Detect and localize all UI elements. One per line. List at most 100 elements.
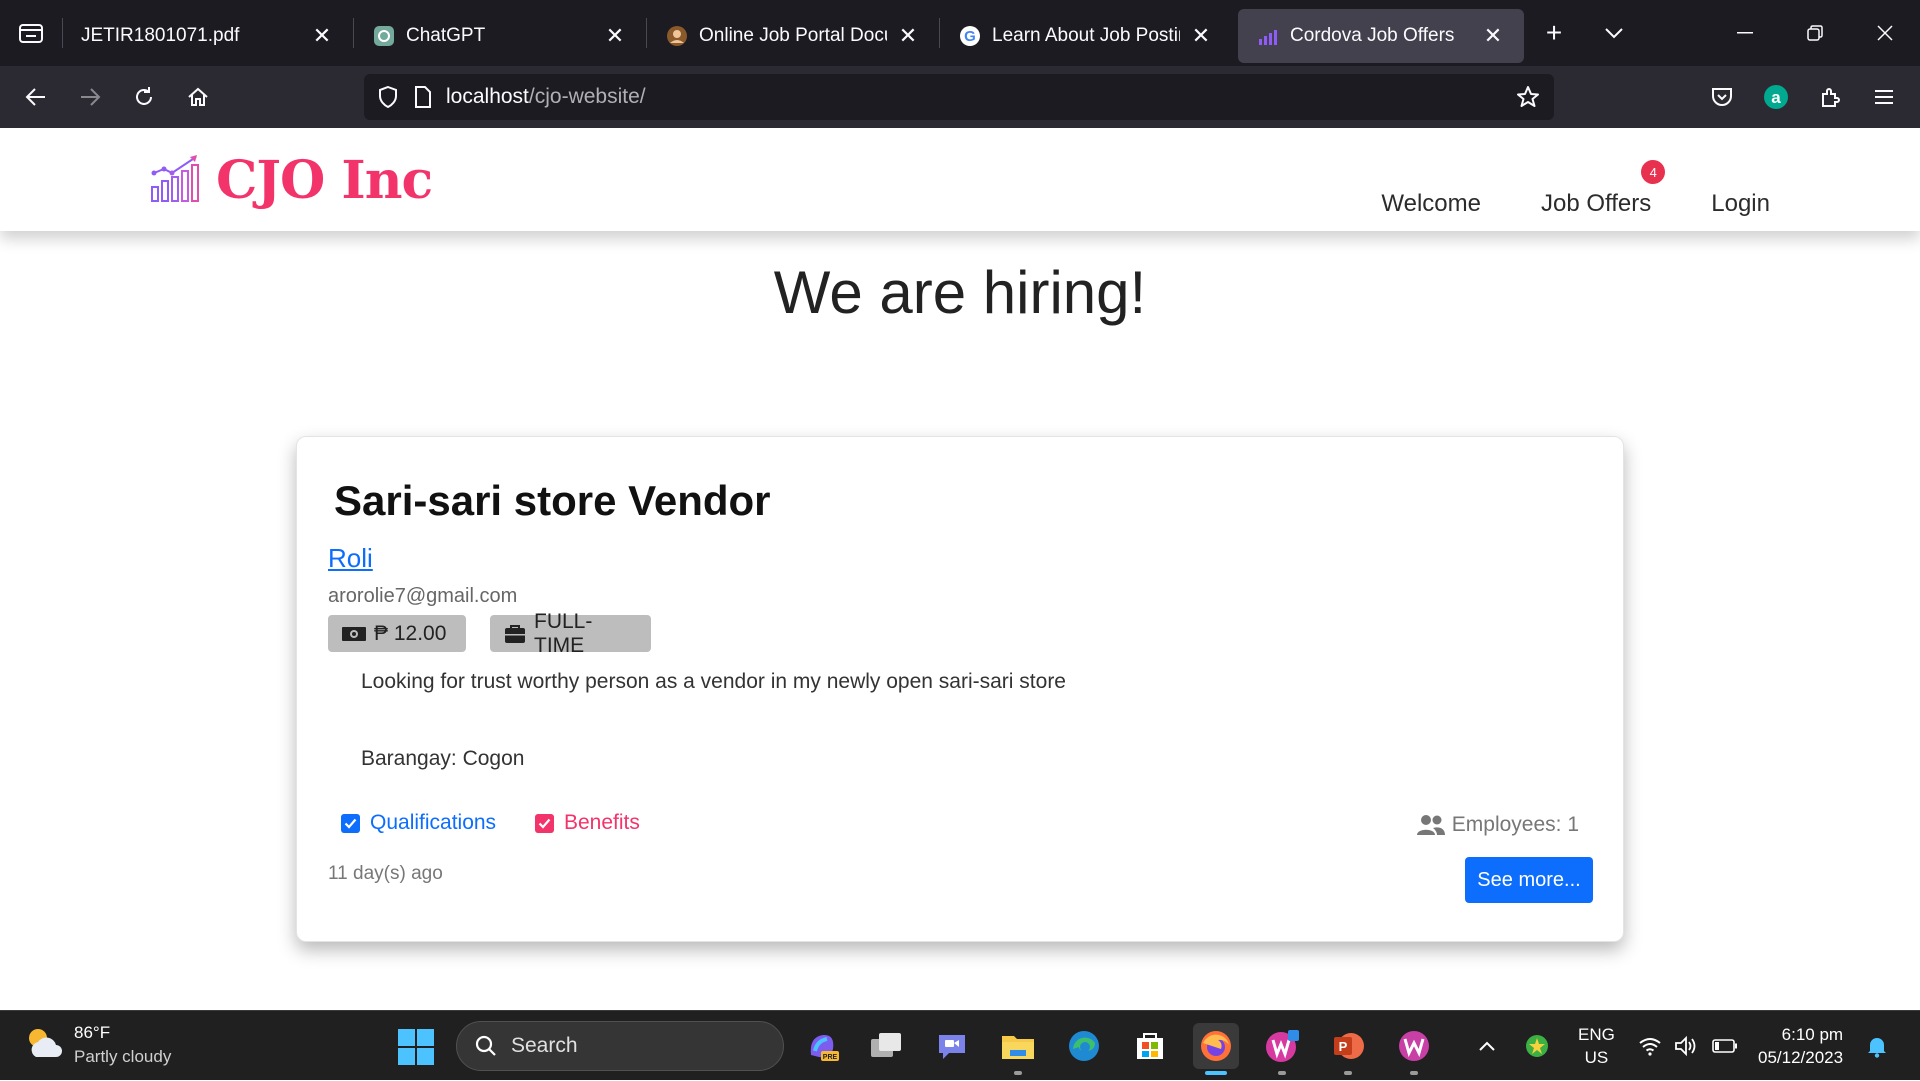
wifi-icon[interactable] (1638, 1011, 1662, 1081)
job-offers-count-badge: 4 (1641, 160, 1666, 184)
see-more-button[interactable]: See more... (1465, 857, 1593, 903)
clock-time: 6:10 pm (1781, 1025, 1844, 1044)
google-icon: G (958, 24, 982, 48)
checkbox-icon (341, 813, 360, 833)
qualifications-label: Qualifications (370, 811, 497, 834)
briefcase-icon (504, 624, 526, 644)
tab-chatgpt[interactable]: ChatGPT ✕ (354, 9, 646, 63)
employer-link[interactable]: Roli (328, 543, 373, 574)
close-window-icon[interactable] (1850, 0, 1920, 66)
tab-title: Cordova Job Offers (1290, 25, 1455, 46)
lang-code: ENG (1578, 1025, 1615, 1044)
edge-browser-icon[interactable] (1061, 1023, 1107, 1069)
show-hidden-icons[interactable] (1478, 1011, 1496, 1081)
brand-logo[interactable]: CJO Inc (150, 150, 433, 211)
url-path: /cjo-website/ (528, 85, 646, 108)
copilot-preview-icon[interactable]: PRE (799, 1023, 845, 1069)
job-card: Sari-sari store Vendor Roli arorolie7@gm… (296, 436, 1624, 942)
job-type-value: FULL-TIME (534, 609, 593, 657)
salary-chip: ₱ 12.00 (328, 615, 466, 652)
weather-temp: 86°F (74, 1023, 111, 1042)
benefits-link[interactable]: Benefits (535, 811, 640, 835)
new-tab-icon[interactable]: + (1524, 0, 1584, 66)
minimize-icon[interactable] (1710, 0, 1780, 66)
windows-start-icon[interactable] (396, 1027, 436, 1067)
partly-cloudy-icon (24, 1025, 64, 1066)
window-controls (1710, 0, 1920, 66)
svg-text:a: a (1771, 88, 1781, 107)
os-taskbar: 86°F Partly cloudy Search PRE P ENG US 6… (0, 1010, 1920, 1080)
svg-text:PRE: PRE (823, 1054, 838, 1061)
url-host: localhost (446, 85, 529, 108)
weather-widget[interactable]: 86°F Partly cloudy (24, 1021, 171, 1069)
job-description: Looking for trust worthy person as a ven… (361, 670, 1066, 693)
clock-date: 05/12/2023 (1758, 1048, 1844, 1067)
job-type-chip: FULL-TIME (490, 610, 651, 657)
close-icon[interactable]: ✕ (602, 23, 628, 49)
tab-jetir-pdf[interactable]: JETIR1801071.pdf ✕ (63, 9, 353, 63)
microsoft-store-icon[interactable] (1127, 1023, 1173, 1069)
money-bill-icon (342, 626, 366, 642)
hero-title: We are hiring! (773, 259, 1147, 326)
taskbar-search[interactable]: Search (456, 1021, 784, 1071)
address-bar[interactable]: localhost/cjo-website/ (364, 74, 1554, 120)
brand-name: CJO Inc (216, 150, 433, 211)
chatgpt-icon (372, 24, 396, 48)
vpn-status-icon[interactable] (1524, 1011, 1550, 1081)
account-avatar-icon[interactable]: a (1749, 70, 1803, 124)
bookmark-star-icon[interactable] (1516, 85, 1540, 109)
notification-bell-icon[interactable] (1866, 1011, 1888, 1081)
tab-learn-job-posting[interactable]: G Learn About Job Posting S ✕ (940, 9, 1232, 63)
site-header: CJO Inc Welcome Job Offers 4 Login (0, 128, 1920, 231)
tab-list-icon[interactable] (0, 0, 62, 66)
chevron-down-icon[interactable] (1584, 0, 1644, 66)
close-icon[interactable]: ✕ (895, 23, 921, 49)
app-running-indicator (1278, 1071, 1286, 1075)
menu-icon[interactable] (1857, 70, 1911, 124)
app-running-indicator (1014, 1071, 1022, 1075)
file-explorer-icon[interactable] (995, 1023, 1041, 1075)
benefits-label: Benefits (564, 811, 640, 834)
page-icon[interactable] (414, 86, 432, 108)
close-icon[interactable]: ✕ (309, 23, 335, 49)
powerpoint-icon[interactable]: P (1325, 1023, 1371, 1075)
reload-icon[interactable] (117, 70, 171, 124)
pocket-icon[interactable] (1695, 70, 1749, 124)
bar-chart-icon (1256, 24, 1280, 48)
task-view-icon[interactable] (863, 1023, 909, 1069)
nav-job-offers-link[interactable]: Job Offers 4 (1540, 160, 1666, 218)
search-label: Search (511, 1034, 578, 1057)
tab-cordova-job-offers[interactable]: Cordova Job Offers ✕ (1238, 9, 1524, 63)
volume-icon[interactable] (1674, 1011, 1698, 1081)
back-icon[interactable] (9, 70, 63, 124)
wps-writer-icon[interactable] (1391, 1023, 1437, 1075)
battery-icon[interactable] (1712, 1011, 1738, 1081)
tab-title: ChatGPT (406, 25, 486, 46)
weather-condition: Partly cloudy (74, 1047, 172, 1066)
close-icon[interactable]: ✕ (1188, 23, 1214, 49)
restore-icon[interactable] (1780, 0, 1850, 66)
nav-login-link[interactable]: Login (1711, 190, 1770, 218)
shield-icon[interactable] (378, 86, 398, 108)
home-icon[interactable] (171, 70, 225, 124)
employees-label: Employees: 1 (1451, 813, 1579, 836)
employer-email: arorolie7@gmail.com (328, 585, 518, 607)
app-active-indicator (1205, 1071, 1227, 1075)
extensions-icon[interactable] (1803, 70, 1857, 124)
wps-office-icon[interactable] (1259, 1023, 1305, 1075)
forward-icon[interactable] (63, 70, 117, 124)
teams-chat-icon[interactable] (929, 1023, 975, 1069)
qualifications-link[interactable]: Qualifications (341, 811, 496, 835)
checkbox-icon (535, 813, 554, 833)
nav-welcome-link[interactable]: Welcome (1381, 190, 1481, 218)
browser-tab-bar: JETIR1801071.pdf ✕ ChatGPT ✕ Online Job … (0, 0, 1920, 66)
nav-job-offers-label: Job Offers (1540, 190, 1652, 217)
tab-online-job-portal[interactable]: Online Job Portal Document ✕ (647, 9, 939, 63)
posted-time: 11 day(s) ago (328, 863, 443, 884)
system-clock[interactable]: 6:10 pm 05/12/2023 (1758, 1023, 1843, 1069)
close-icon[interactable]: ✕ (1480, 23, 1506, 49)
input-language[interactable]: ENG US (1578, 1023, 1615, 1069)
search-icon (475, 1035, 497, 1057)
employees-count: Employees: 1 (1416, 813, 1579, 837)
firefox-icon[interactable] (1193, 1023, 1239, 1075)
